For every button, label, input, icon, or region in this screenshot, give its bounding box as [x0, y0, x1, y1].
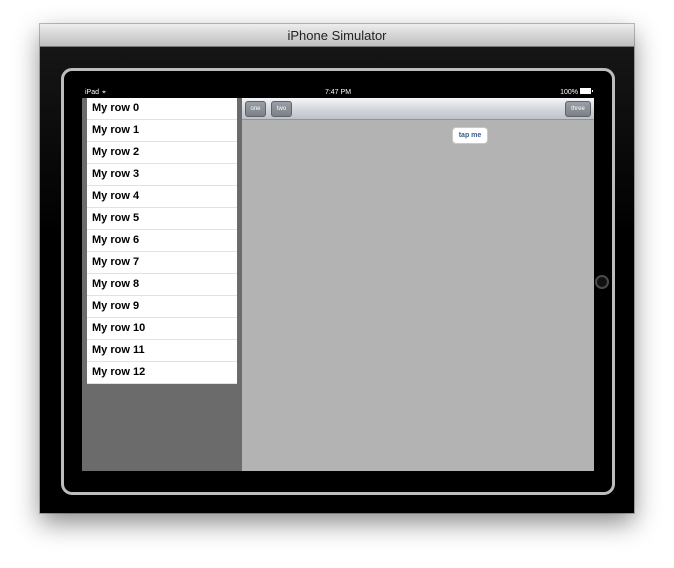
status-right: 100% — [560, 87, 593, 98]
table-row[interactable]: My row 2 — [87, 142, 237, 164]
table-row[interactable]: My row 4 — [87, 186, 237, 208]
table-row[interactable]: My row 0 — [87, 98, 237, 120]
table-row[interactable]: My row 12 — [87, 362, 237, 384]
battery-percent: 100% — [560, 89, 578, 96]
two-button[interactable]: two — [271, 101, 292, 117]
ipad-bezel: iPad ⌖ 7:47 PM 100% My row 0 My row 1 My … — [61, 68, 615, 495]
status-time: 7:47 PM — [324, 89, 352, 96]
table-row[interactable]: My row 11 — [87, 340, 237, 362]
table-row[interactable]: My row 5 — [87, 208, 237, 230]
device-frame: iPad ⌖ 7:47 PM 100% My row 0 My row 1 My … — [40, 47, 634, 513]
table-row[interactable]: My row 10 — [87, 318, 237, 340]
home-button[interactable] — [595, 275, 609, 289]
detail-toolbar: one two three — [242, 98, 594, 120]
ipad-screen: iPad ⌖ 7:47 PM 100% My row 0 My row 1 My … — [82, 87, 594, 471]
battery-icon — [580, 88, 593, 95]
row-table: My row 0 My row 1 My row 2 My row 3 My r… — [87, 98, 237, 384]
three-button[interactable]: three — [565, 101, 591, 117]
one-button[interactable]: one — [245, 101, 266, 117]
table-row[interactable]: My row 8 — [87, 274, 237, 296]
tap-me-button[interactable]: tap me — [452, 127, 488, 144]
table-row[interactable]: My row 7 — [87, 252, 237, 274]
window-titlebar: iPhone Simulator — [40, 24, 634, 47]
detail-panel: one two three tap me — [242, 98, 594, 471]
table-row[interactable]: My row 6 — [87, 230, 237, 252]
table-row[interactable]: My row 9 — [87, 296, 237, 318]
window-title: iPhone Simulator — [287, 28, 387, 43]
simulator-window: iPhone Simulator iPad ⌖ 7:47 PM 100% My r… — [40, 24, 634, 513]
table-row[interactable]: My row 1 — [87, 120, 237, 142]
status-bar: iPad ⌖ 7:47 PM 100% — [82, 87, 594, 98]
master-panel: My row 0 My row 1 My row 2 My row 3 My r… — [82, 98, 242, 471]
table-row[interactable]: My row 3 — [87, 164, 237, 186]
